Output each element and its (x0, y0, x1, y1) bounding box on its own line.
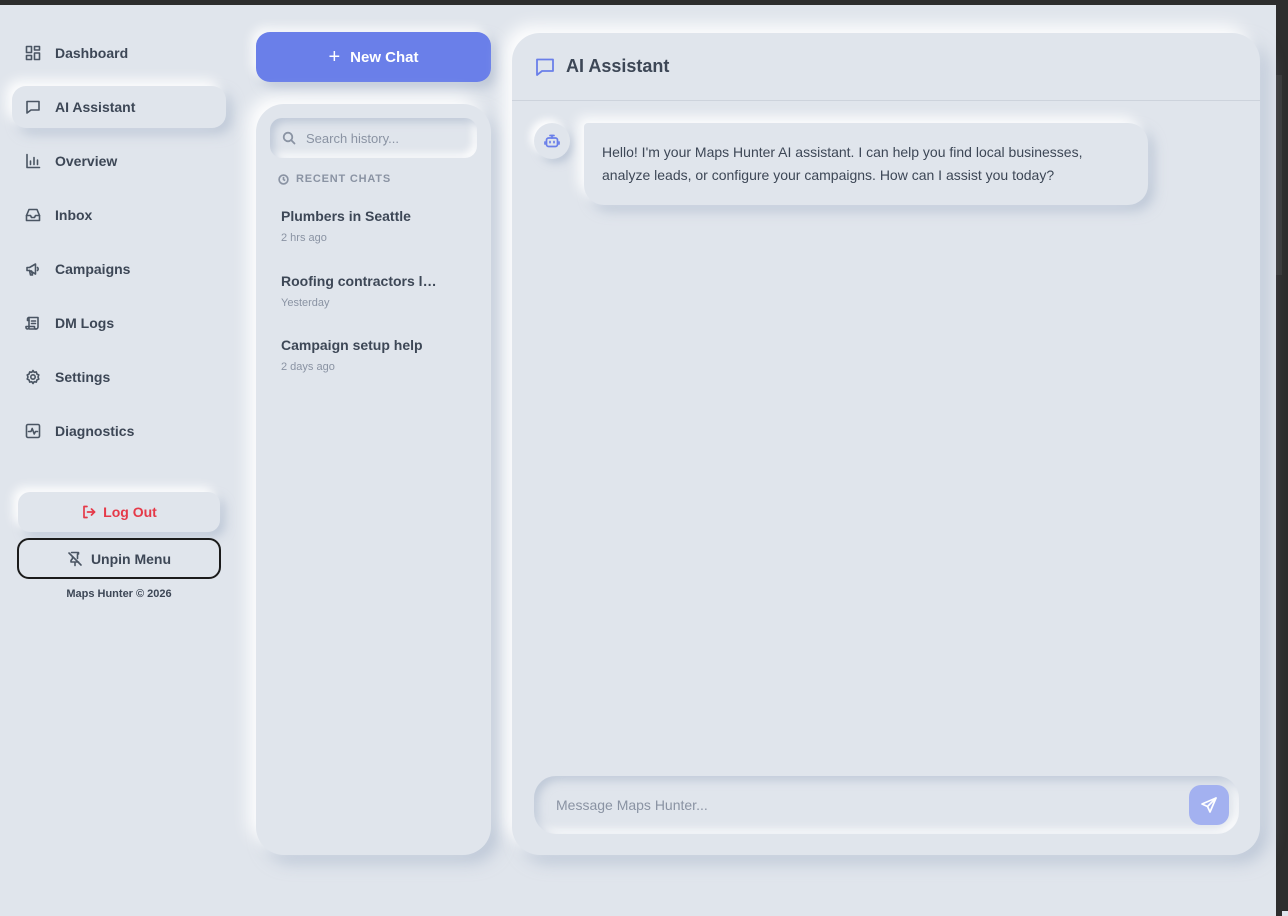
sidebar-item-dm-logs[interactable]: DM Logs (12, 302, 226, 344)
sidebar-item-diagnostics[interactable]: Diagnostics (12, 410, 226, 452)
logout-label: Log Out (103, 504, 157, 520)
history-item-title: Plumbers in Seattle (281, 208, 411, 224)
history-item-time: 2 days ago (281, 361, 335, 373)
sidebar-item-label: Campaigns (55, 261, 131, 277)
chat-icon (536, 58, 554, 76)
sidebar-item-campaigns[interactable]: Campaigns (12, 248, 226, 290)
sidebar-item-settings[interactable]: Settings (12, 356, 226, 398)
chat-title: AI Assistant (566, 56, 670, 76)
chat-icon (25, 99, 41, 115)
sidebar-item-dashboard[interactable]: Dashboard (12, 32, 226, 74)
search-history-input[interactable] (306, 130, 466, 146)
copyright-text: Maps Hunter © 2026 (66, 588, 172, 600)
plus-icon: + (328, 46, 341, 68)
scroll-icon (25, 315, 41, 331)
chat-header: AI Assistant (512, 33, 1260, 101)
logout-icon (83, 505, 96, 519)
history-item-title: Roofing contractors leads (281, 273, 437, 289)
unpin-menu-label: Unpin Menu (90, 550, 172, 567)
history-item[interactable]: Roofing contractors leads Yesterday (281, 273, 471, 309)
gear-icon (25, 369, 41, 385)
message-composer (534, 776, 1239, 834)
bot-avatar (534, 123, 570, 159)
history-search[interactable] (270, 118, 477, 158)
send-button[interactable] (1189, 785, 1229, 825)
robot-icon (544, 134, 560, 148)
new-chat-button[interactable]: + New Chat (256, 32, 491, 82)
sidebar-item-label: AI Assistant (55, 99, 136, 115)
history-item-time: Yesterday (281, 297, 330, 309)
history-item[interactable]: Plumbers in Seattle 2 hrs ago (281, 208, 471, 244)
sidebar-item-label: Inbox (55, 207, 93, 223)
sidebar-item-label: Diagnostics (55, 423, 135, 439)
scrollbar[interactable] (1276, 75, 1282, 275)
dashboard-icon (25, 45, 41, 61)
bar-chart-icon (25, 153, 41, 169)
sidebar-item-label: Settings (55, 369, 111, 385)
unpin-menu-button[interactable]: Unpin Menu (17, 538, 221, 579)
history-item-time: 2 hrs ago (281, 232, 327, 244)
search-icon (282, 131, 296, 145)
history-item-title: Campaign setup help (281, 337, 423, 353)
chat-panel: AI Assistant Hello! I'm your Maps Hunter… (512, 33, 1260, 855)
sidebar-item-label: DM Logs (55, 315, 115, 331)
recent-chats-heading: RECENT CHATS (278, 173, 391, 185)
chat-history-panel: RECENT CHATS Plumbers in Seattle 2 hrs a… (256, 104, 491, 855)
send-icon (1201, 797, 1217, 813)
sidebar-item-label: Overview (55, 153, 118, 169)
app-window: Dashboard AI Assistant Overview Inbox Ca… (0, 0, 1288, 916)
assistant-message: Hello! I'm your Maps Hunter AI assistant… (584, 123, 1148, 205)
sidebar-item-inbox[interactable]: Inbox (12, 194, 226, 236)
sidebar-item-ai-assistant[interactable]: AI Assistant (12, 86, 226, 128)
megaphone-icon (25, 261, 41, 277)
sidebar-item-overview[interactable]: Overview (12, 140, 226, 182)
history-item[interactable]: Campaign setup help 2 days ago (281, 337, 471, 373)
message-input[interactable] (556, 797, 1166, 813)
activity-icon (25, 423, 41, 439)
sidebar-item-label: Dashboard (55, 45, 129, 61)
clock-icon (278, 173, 289, 185)
new-chat-label: New Chat (350, 48, 419, 66)
pin-off-icon (68, 551, 82, 566)
sidebar: Dashboard AI Assistant Overview Inbox Ca… (0, 10, 240, 916)
logout-button[interactable]: Log Out (18, 492, 220, 532)
inbox-icon (25, 207, 41, 223)
